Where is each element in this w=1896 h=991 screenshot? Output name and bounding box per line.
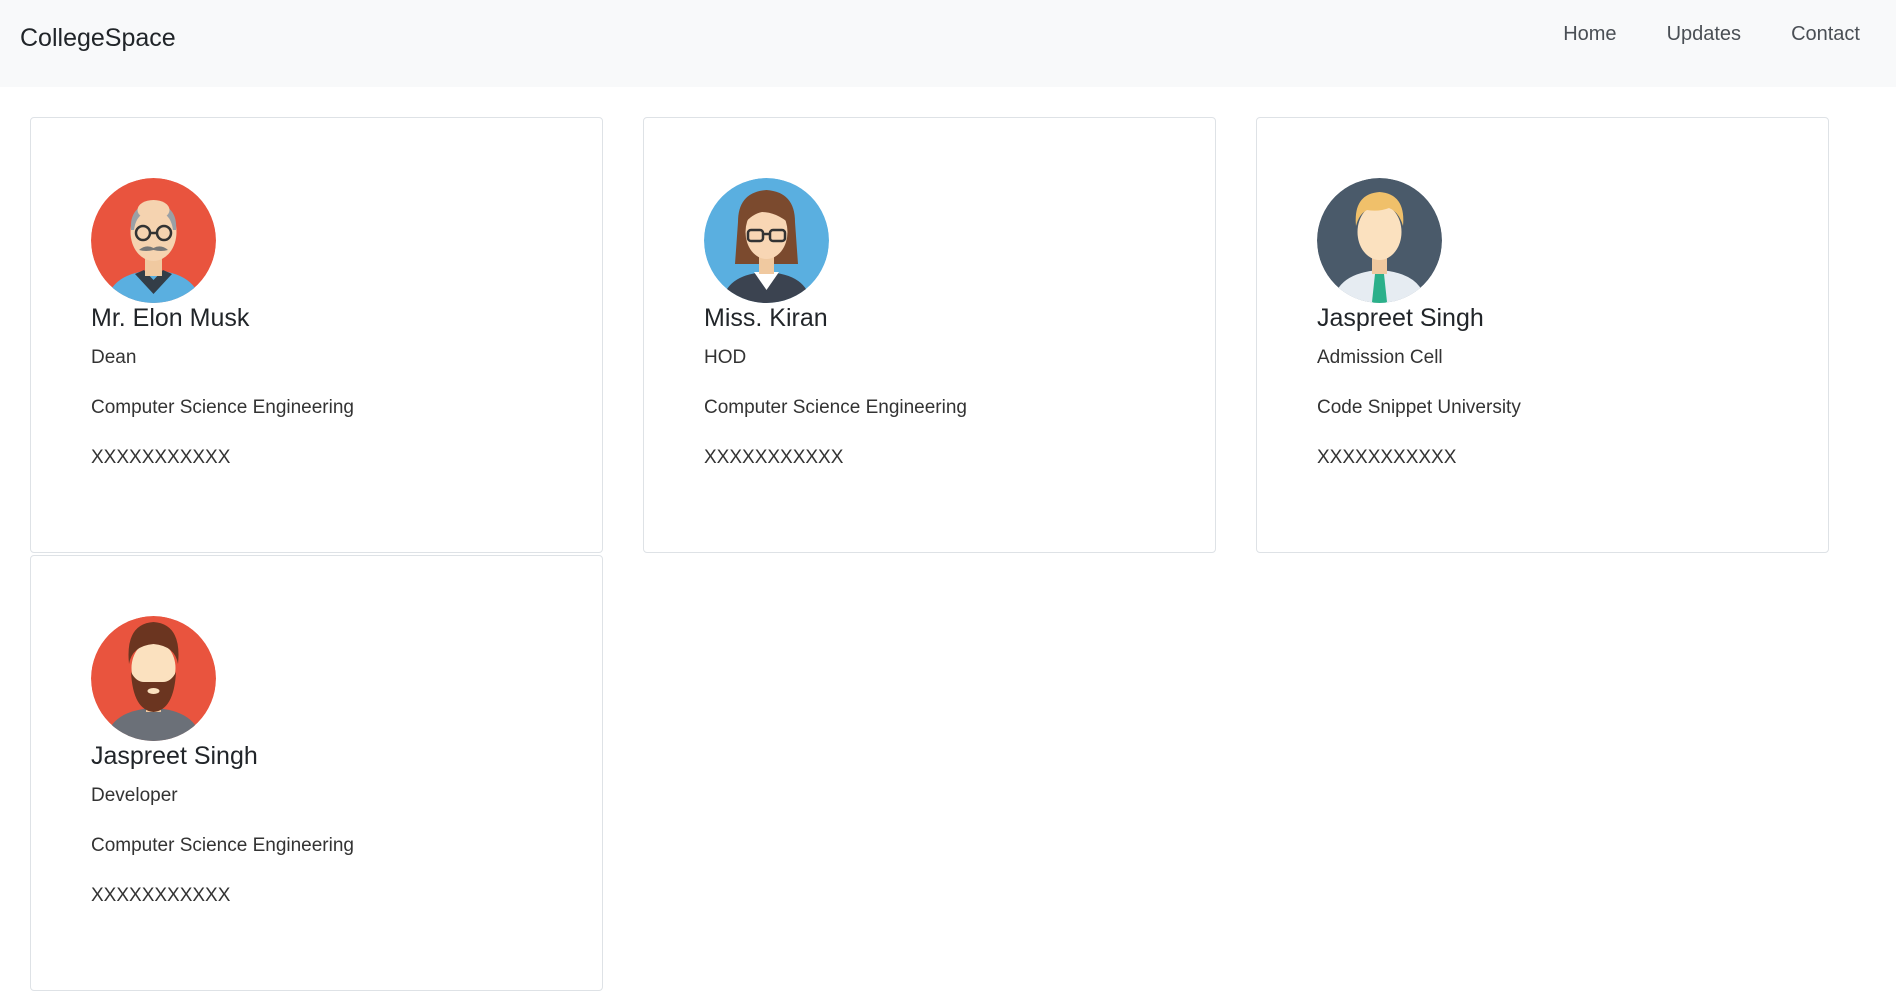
profile-phone: XXXXXXXXXXX xyxy=(704,447,844,468)
profile-card: Mr. Elon Musk Dean Computer Science Engi… xyxy=(30,117,603,553)
profile-phone: XXXXXXXXXXX xyxy=(91,447,231,468)
profile-role: Admission Cell xyxy=(1317,347,1443,368)
profile-department: Computer Science Engineering xyxy=(91,835,354,856)
profile-name: Mr. Elon Musk xyxy=(91,304,250,332)
blond-man-tie-avatar-icon xyxy=(1317,178,1442,303)
profile-cards: Mr. Elon Musk Dean Computer Science Engi… xyxy=(30,117,1870,991)
profile-phone: XXXXXXXXXXX xyxy=(1317,447,1457,468)
nav-links: Home Updates Contact xyxy=(1513,20,1860,48)
elderly-man-glasses-avatar-icon xyxy=(91,178,216,303)
profile-name: Jaspreet Singh xyxy=(91,742,258,770)
profile-card: Jaspreet Singh Admission Cell Code Snipp… xyxy=(1256,117,1829,553)
nav-home-link[interactable]: Home xyxy=(1563,20,1616,48)
woman-glasses-avatar-icon xyxy=(704,178,829,303)
profile-name: Miss. Kiran xyxy=(704,304,828,332)
nav-updates-link[interactable]: Updates xyxy=(1667,20,1742,48)
profile-phone: XXXXXXXXXXX xyxy=(91,885,231,906)
bearded-man-avatar-icon xyxy=(91,616,216,741)
profile-role: HOD xyxy=(704,347,747,368)
navbar: CollegeSpace Home Updates Contact xyxy=(0,0,1896,87)
profile-role: Developer xyxy=(91,785,178,806)
profile-department: Code Snippet University xyxy=(1317,397,1521,418)
profile-card: Miss. Kiran HOD Computer Science Enginee… xyxy=(643,117,1216,553)
profile-department: Computer Science Engineering xyxy=(91,397,354,418)
profile-card: Jaspreet Singh Developer Computer Scienc… xyxy=(30,555,603,991)
profile-role: Dean xyxy=(91,347,137,368)
nav-contact-link[interactable]: Contact xyxy=(1791,20,1860,48)
profile-department: Computer Science Engineering xyxy=(704,397,967,418)
profile-name: Jaspreet Singh xyxy=(1317,304,1484,332)
brand-logo[interactable]: CollegeSpace xyxy=(20,24,176,53)
